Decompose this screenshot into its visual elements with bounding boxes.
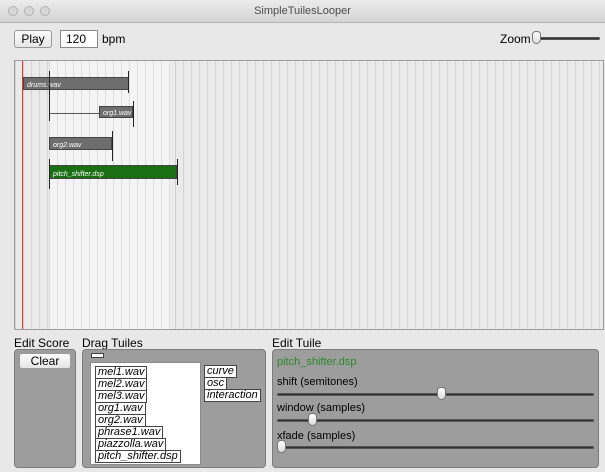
tuile-end-marker xyxy=(128,71,129,93)
window-slider[interactable] xyxy=(277,413,594,426)
tuile-label: org1.wav xyxy=(103,110,132,117)
edit-score-panel: Clear xyxy=(14,349,76,468)
edit-score-heading: Edit Score xyxy=(14,336,70,350)
selected-tuile-name: pitch_shifter.dsp xyxy=(277,356,357,368)
zoom-slider-track xyxy=(532,37,600,40)
shift-slider-knob[interactable] xyxy=(437,387,447,400)
loop-region xyxy=(49,61,171,329)
title-bar: SimpleTuilesLooper xyxy=(0,0,605,23)
window-slider-knob[interactable] xyxy=(307,413,317,426)
tuile-files-list[interactable]: mel1.wav mel2.wav mel3.wav org1.wav org2… xyxy=(90,362,201,465)
tuile-link-line xyxy=(49,113,99,114)
zoom-slider-knob[interactable] xyxy=(532,31,541,44)
param-label: xfade (samples) xyxy=(277,430,356,442)
tuile-type-interaction[interactable]: interaction xyxy=(204,389,261,402)
list-collapse-icon[interactable] xyxy=(91,353,104,358)
window-title: SimpleTuilesLooper xyxy=(254,5,351,17)
play-button[interactable]: Play xyxy=(14,30,52,48)
list-item[interactable]: pitch_shifter.dsp xyxy=(95,450,181,463)
edit-tuile-heading: Edit Tuile xyxy=(272,336,322,350)
shift-slider[interactable] xyxy=(277,387,594,400)
drag-tuiles-panel: mel1.wav mel2.wav mel3.wav org1.wav org2… xyxy=(82,349,266,468)
xfade-slider-knob[interactable] xyxy=(277,440,286,453)
tuile-end-marker xyxy=(112,131,113,161)
tuile-start-marker xyxy=(49,159,50,189)
tuile-label: pitch_shifter.dsp xyxy=(53,171,104,178)
param-label: window (samples) xyxy=(277,402,366,414)
tuile-pitch-shifter[interactable]: pitch_shifter.dsp xyxy=(49,165,177,179)
window-slider-track xyxy=(277,419,594,422)
xfade-slider-track xyxy=(277,446,594,449)
score-timeline[interactable]: drums.wav org1.wav org2.wav pitch_shifte… xyxy=(14,60,604,330)
edit-tuile-panel: pitch_shifter.dsp shift (semitones) wind… xyxy=(272,349,599,468)
tempo-input[interactable]: 120 xyxy=(60,30,98,48)
tuile-org1[interactable]: org1.wav xyxy=(99,106,133,118)
tuile-drums[interactable]: drums.wav xyxy=(23,77,129,90)
tuile-end-marker xyxy=(133,101,134,127)
tuile-org2[interactable]: org2.wav xyxy=(49,137,112,150)
tuile-label: org2.wav xyxy=(53,142,82,149)
zoom-label: Zoom xyxy=(500,32,531,46)
xfade-slider[interactable] xyxy=(277,440,594,453)
playhead[interactable] xyxy=(22,61,23,329)
param-label: shift (semitones) xyxy=(277,376,358,388)
tempo-unit-label: bpm xyxy=(102,32,126,46)
zoom-slider[interactable] xyxy=(530,31,602,44)
clear-button[interactable]: Clear xyxy=(19,353,71,369)
tuile-label: drums.wav xyxy=(27,82,61,89)
tuile-end-marker xyxy=(177,159,178,185)
shift-slider-track xyxy=(277,393,594,396)
drag-tuiles-heading: Drag Tuiles xyxy=(82,336,143,350)
